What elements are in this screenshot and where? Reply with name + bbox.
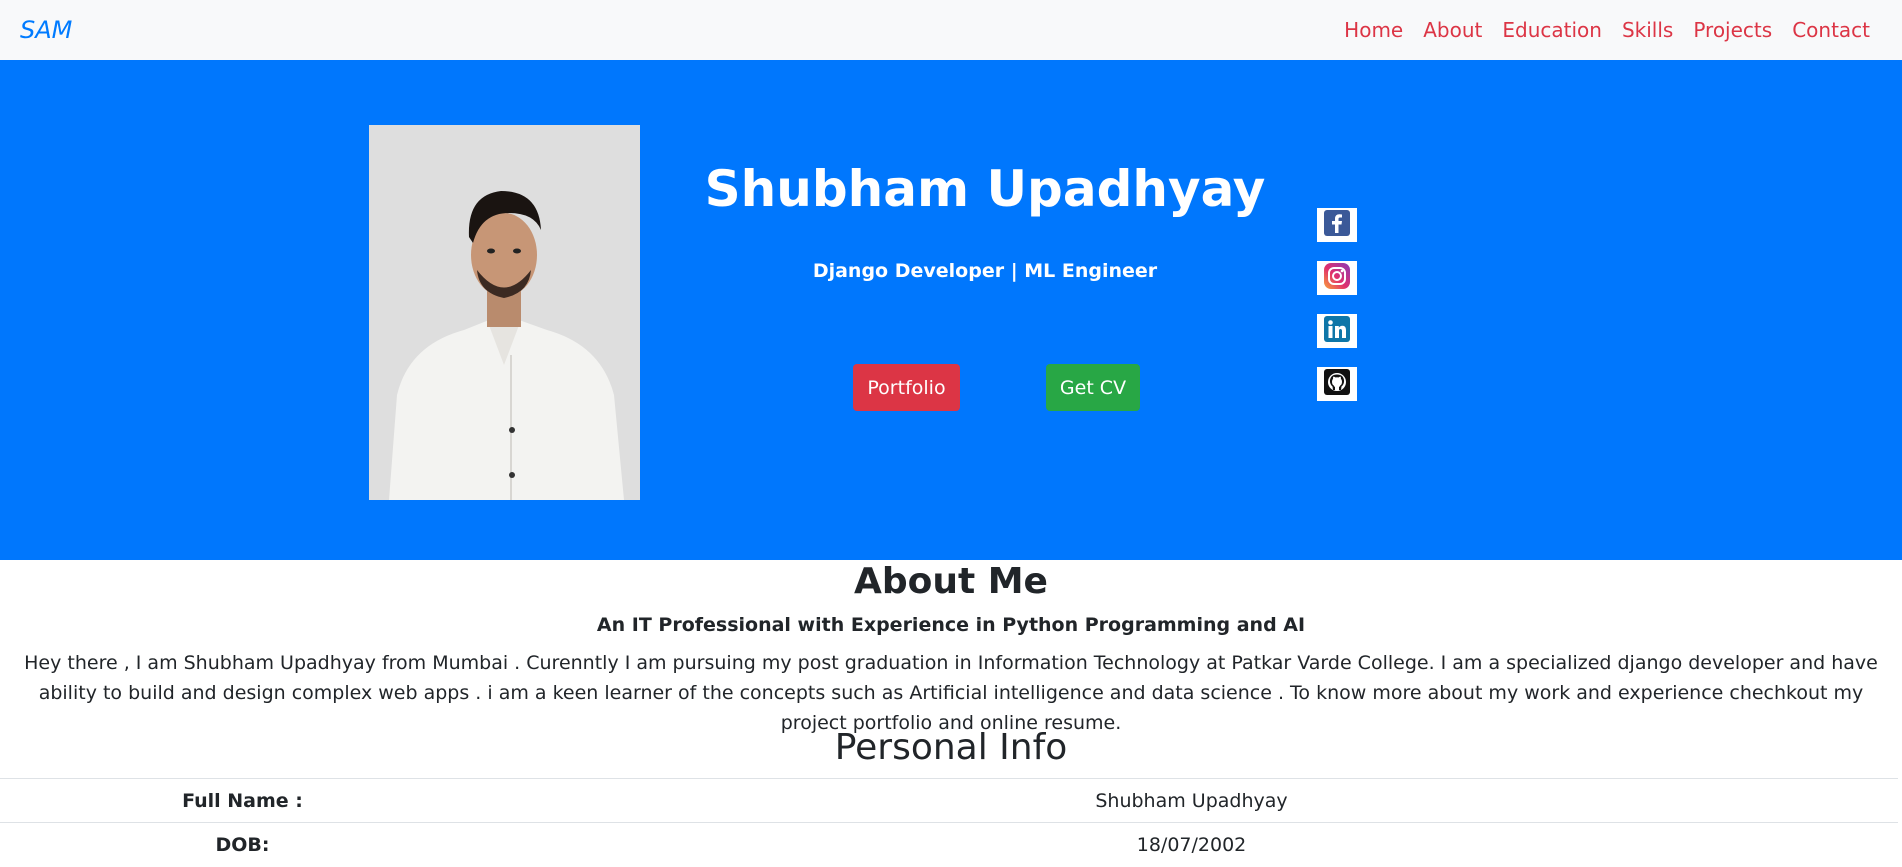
about-title: About Me [854, 561, 1048, 602]
get-cv-button[interactable]: Get CV [1046, 364, 1140, 411]
brand-logo[interactable]: SAM [20, 16, 72, 44]
github-link[interactable] [1317, 367, 1357, 401]
personal-info-table: Full Name : Shubham Upadhyay DOB: 18/07/… [0, 778, 1898, 867]
about-text: Hey there , I am Shubham Upadhyay from M… [24, 652, 1878, 734]
linkedin-link[interactable] [1317, 314, 1357, 348]
full-name-value: Shubham Upadhyay [485, 778, 1898, 823]
nav-link-about[interactable]: About [1423, 18, 1482, 42]
facebook-icon [1323, 209, 1351, 241]
about-subtitle: An IT Professional with Experience in Py… [596, 614, 1306, 636]
nav-link-education[interactable]: Education [1502, 18, 1602, 42]
hero-section: Shubham Upadhyay Django Developer | ML E… [0, 60, 1902, 560]
portfolio-button[interactable]: Portfolio [853, 364, 960, 411]
nav-link-home[interactable]: Home [1344, 18, 1403, 42]
linkedin-icon [1323, 315, 1351, 347]
navbar: SAM Home About Education Skills Projects… [0, 0, 1902, 60]
facebook-link[interactable] [1317, 208, 1357, 242]
instagram-link[interactable] [1317, 261, 1357, 295]
github-icon [1323, 368, 1351, 400]
nav-link-skills[interactable]: Skills [1622, 18, 1673, 42]
hero-tagline: Django Developer | ML Engineer [812, 260, 1158, 282]
nav-link-contact[interactable]: Contact [1792, 18, 1870, 42]
hero-name: Shubham Upadhyay [704, 160, 1266, 218]
nav-link-projects[interactable]: Projects [1693, 18, 1772, 42]
personal-info-title: Personal Info [834, 727, 1068, 768]
nav-links: Home About Education Skills Projects Con… [1344, 18, 1870, 42]
instagram-icon [1323, 262, 1351, 294]
profile-photo [369, 125, 640, 500]
full-name-label: Full Name : [0, 778, 485, 823]
table-row: Full Name : Shubham Upadhyay [0, 778, 1898, 823]
